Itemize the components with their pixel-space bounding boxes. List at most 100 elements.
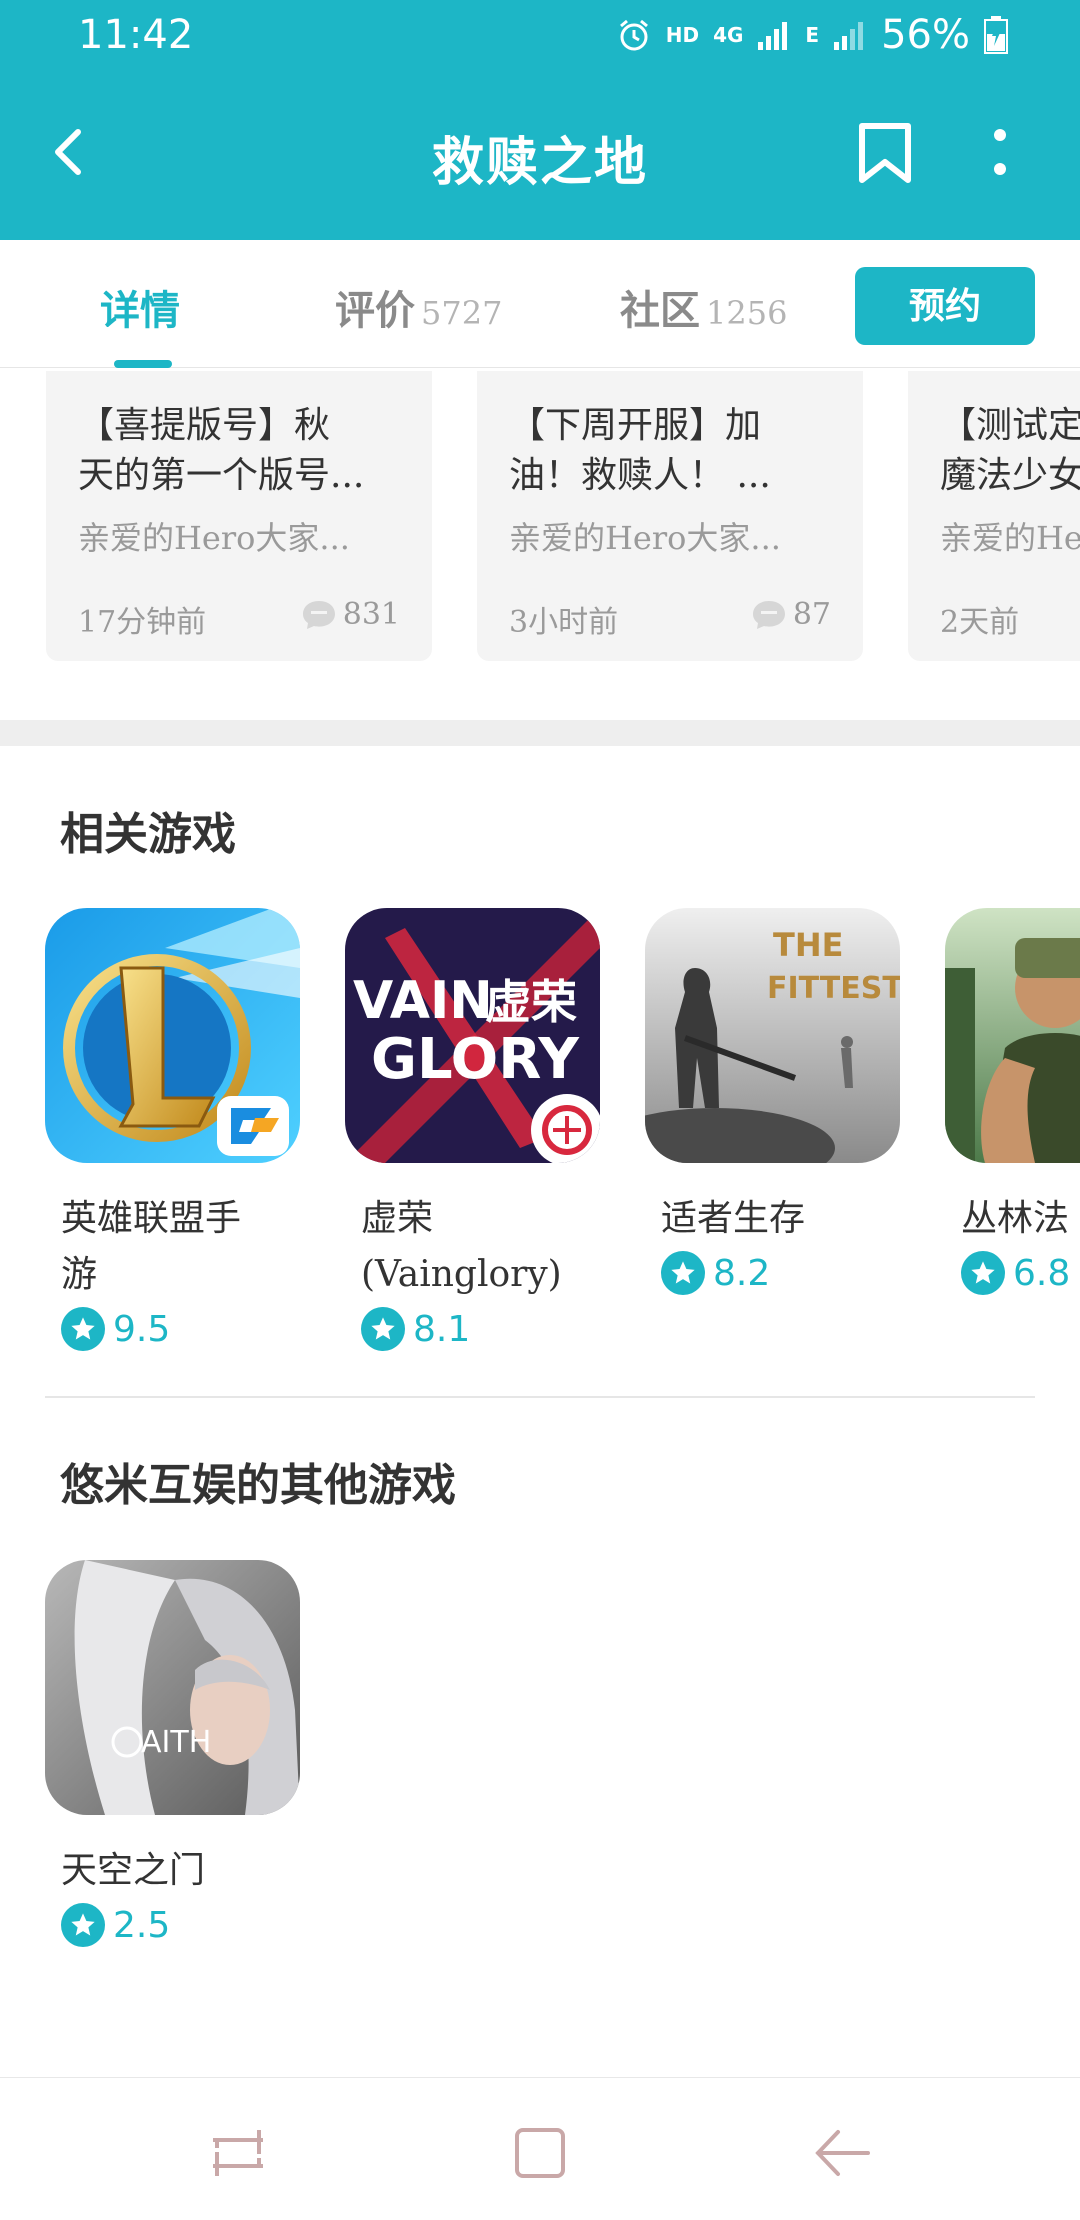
game-name-line: 虚荣 [361,1198,434,1239]
tab-details[interactable]: 详情 [100,278,180,336]
comment-count: 831 [342,597,400,632]
developer-games-row[interactable]: AITH 天空之门 2.5 [0,1560,1080,2030]
signal-icon [757,20,791,50]
star-icon [361,1307,405,1351]
game-name: 天空之门 [45,1843,305,1899]
tab-label: 社区 [620,287,700,334]
star-icon [961,1251,1005,1295]
status-time: 11:42 [78,12,194,58]
game-rating: 6.8 [945,1251,1080,1295]
battery-icon [984,16,1008,54]
game-icon-the-fittest: THE FITTEST [645,908,900,1163]
icon-text: FITTEST [767,971,900,1006]
star-icon [61,1903,105,1947]
game-name-line: 天空之门 [61,1850,206,1891]
game-name-line: 适者生存 [661,1198,806,1239]
tab-community[interactable]: 社区 1256 [620,278,787,336]
back-nav-icon [815,2130,870,2176]
game-card[interactable]: THE FITTEST 适者生存 8.2 [645,908,905,1295]
tab-label: 评价 [335,287,415,334]
post-card[interactable]: 【测试定 魔法少女 亲爱的Hero 2天前 [908,371,1080,661]
e-network-label: E [805,23,820,47]
status-icons: HD 4G E 56% [616,12,1008,58]
game-card[interactable]: VAIN 虚荣 GLORY 虚荣 (Vainglory) 8.1 [345,908,605,1351]
game-rating: 8.1 [345,1307,605,1351]
post-comments: 87 [751,597,831,632]
more-vertical-icon [994,129,1006,175]
icon-text: VAIN [353,971,493,1031]
post-card[interactable]: 【喜提版号】秋 天的第一个版号... 亲爱的Hero大家... 17分钟前 83… [46,371,432,661]
bookmark-icon [859,123,911,183]
game-name: 英雄联盟手 游 [45,1191,305,1303]
post-preview: 亲爱的Hero大家... [509,519,781,557]
alarm-icon [616,17,652,53]
home-button[interactable] [505,2118,575,2188]
icon-text: THE [773,926,843,964]
post-title: 【下周开服】加 油！救赎人！ ... [509,401,849,501]
post-title-line: 油！救赎人！ ... [509,455,771,496]
divider [45,1396,1035,1398]
game-icon-sky-gate: AITH [45,1560,300,1815]
post-preview: 亲爱的Hero [940,519,1080,557]
app-bar: 救赎之地 [0,72,1080,240]
signal-icon-2 [833,20,867,50]
game-icon-jungle [945,908,1080,1163]
game-rating: 2.5 [45,1903,305,1947]
game-name-line: (Vainglory) [361,1254,562,1295]
back-nav-button[interactable] [808,2118,878,2188]
post-title-line: 魔法少女 [940,455,1080,496]
more-options-button[interactable] [980,118,1020,188]
recent-apps-button[interactable] [203,2118,273,2188]
hd-label: HD [665,23,700,47]
battery-percent: 56% [881,12,970,58]
star-icon [61,1307,105,1351]
section-divider [0,720,1080,746]
game-name-line: 游 [61,1254,98,1295]
rating-value: 6.8 [1013,1252,1071,1294]
related-games-row[interactable]: 英雄联盟手 游 9.5 VAIN 虚荣 GLORY 虚荣 (Vainglory)… [0,908,1080,1378]
game-name: 虚荣 (Vainglory) [345,1191,605,1303]
related-games-title: 相关游戏 [60,809,236,860]
icon-text: 虚荣 [485,975,577,1029]
reserve-button[interactable]: 预约 [855,267,1035,345]
post-title-line: 【下周开服】加 [509,405,762,446]
post-title: 【喜提版号】秋 天的第一个版号... [78,401,418,501]
posts-carousel[interactable]: 【喜提版号】秋 天的第一个版号... 亲爱的Hero大家... 17分钟前 83… [0,369,1080,719]
system-nav-bar [0,2077,1080,2220]
post-title-line: 【测试定 [940,405,1080,446]
post-title-line: 天的第一个版号... [78,455,365,496]
game-card[interactable]: AITH 天空之门 2.5 [45,1560,305,1947]
game-card[interactable]: 英雄联盟手 游 9.5 [45,908,305,1351]
recent-apps-icon [213,2130,263,2176]
active-tab-indicator [114,360,172,368]
network-type-label: 4G [713,23,744,47]
game-icon-vainglory: VAIN 虚荣 GLORY [345,908,600,1163]
game-name: 丛林法 [945,1191,1080,1247]
post-title: 【测试定 魔法少女 [940,401,1080,501]
rating-value: 2.5 [113,1904,171,1946]
tab-reviews[interactable]: 评价 5727 [335,278,502,336]
post-comments: 831 [301,597,400,632]
game-card[interactable]: 丛林法 6.8 [945,908,1080,1295]
post-time: 17分钟前 [78,605,207,640]
tab-count: 5727 [421,294,503,332]
icon-text: AITH [141,1725,211,1760]
rating-value: 8.2 [713,1252,771,1294]
rating-value: 9.5 [113,1308,171,1350]
post-title-line: 【喜提版号】秋 [78,405,331,446]
bookmark-button[interactable] [850,118,920,188]
comment-count: 87 [792,597,831,632]
tab-bar: 详情 评价 5727 社区 1256 预约 [0,240,1080,368]
post-preview: 亲爱的Hero大家... [78,519,350,557]
game-icon-lol [45,908,300,1163]
home-icon [515,2128,565,2178]
game-name-line: 丛林法 [961,1198,1070,1239]
developer-games-title: 悠米互娱的其他游戏 [60,1460,456,1511]
post-time: 3小时前 [509,605,619,640]
game-name-line: 英雄联盟手 [61,1198,242,1239]
status-bar: 11:42 HD 4G E 56% [0,0,1080,72]
tab-label: 详情 [100,287,180,334]
post-card[interactable]: 【下周开服】加 油！救赎人！ ... 亲爱的Hero大家... 3小时前 87 [477,371,863,661]
post-time: 2天前 [940,605,1020,640]
tab-count: 1256 [706,294,788,332]
